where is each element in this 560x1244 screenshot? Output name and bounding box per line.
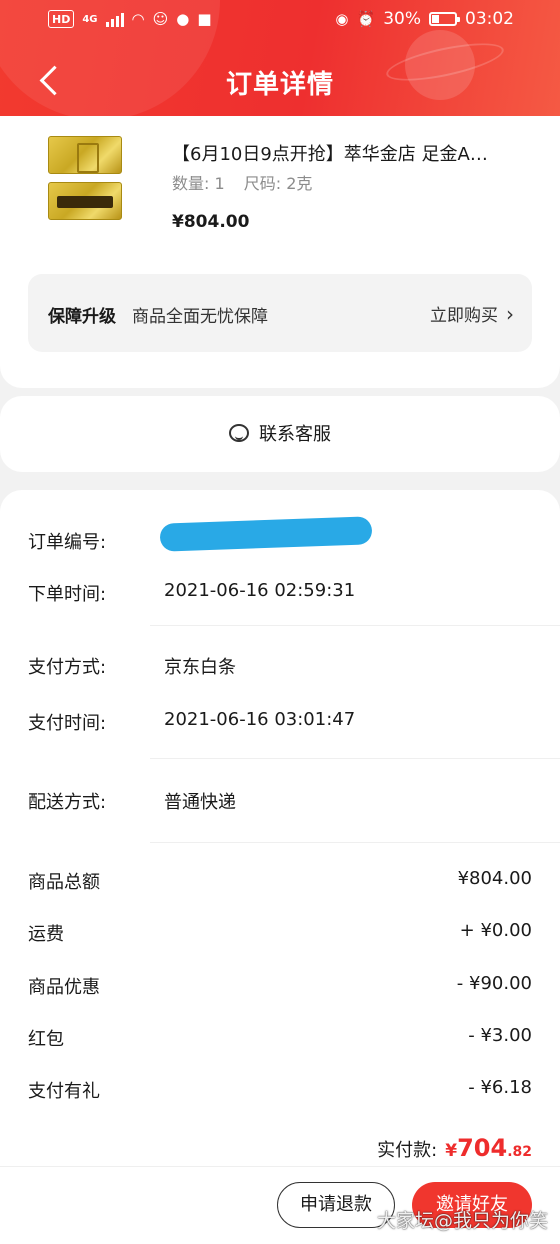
pay-method-row: 支付方式: 京东白条 (0, 645, 560, 685)
product-thumbnail[interactable] (48, 136, 124, 224)
divider (150, 625, 560, 626)
order-details-card: 订单编号: 下单时间: 2021-06-16 02:59:31 支付方式: 京东… (0, 490, 560, 1244)
status-bar: HD 4G ◠ ☺ ● ■ ◉ ⏰ 30% 03:02 (0, 0, 560, 40)
amount-row-pay-gift: 支付有礼 - ¥6.18 (0, 1069, 560, 1109)
customer-service-icon (229, 424, 249, 442)
amount-label: 运费 (28, 924, 64, 945)
buy-now-link[interactable]: 立即购买 (430, 301, 514, 326)
page-title: 订单详情 (225, 70, 334, 100)
clock: 03:02 (465, 9, 514, 29)
gold-bar-box-image (48, 182, 122, 220)
message-icon: ● (176, 10, 190, 28)
pay-method-label: 支付方式: (28, 657, 107, 678)
pay-time-row: 支付时间: 2021-06-16 03:01:47 (0, 701, 560, 741)
nav-bar: 订单详情 (0, 52, 560, 108)
delivery-value: 普通快递 (164, 792, 236, 813)
contact-service-label: 联系客服 (259, 424, 331, 445)
delivery-row: 配送方式: 普通快递 (0, 780, 560, 820)
divider (150, 842, 560, 843)
guarantee-banner[interactable]: 保障升级 商品全面无忧保障 立即购买 (28, 274, 532, 352)
amount-value: + ¥0.00 (459, 920, 532, 941)
amount-label: 支付有礼 (28, 1081, 100, 1102)
signal-icon (105, 11, 124, 27)
guarantee-description: 商品全面无忧保障 (132, 307, 268, 327)
product-size: 尺码: 2克 (243, 174, 313, 193)
paid-decimal: .82 (507, 1144, 532, 1160)
paid-integer: 704 (457, 1134, 508, 1162)
product-title[interactable]: 【6月10日9点开抢】萃华金店 足金A… (172, 140, 532, 166)
delivery-label: 配送方式: (28, 792, 107, 813)
pay-method-value: 京东白条 (164, 657, 236, 678)
divider (0, 1166, 560, 1167)
amount-label: 商品优惠 (28, 977, 100, 998)
paid-label: 实付款: (377, 1140, 438, 1161)
paid-total: 实付款: ¥704.82 (377, 1134, 532, 1162)
gold-bar-image (48, 136, 122, 174)
order-number-label: 订单编号: (28, 532, 107, 553)
battery-icon (429, 12, 460, 26)
amount-value: - ¥6.18 (468, 1077, 532, 1098)
amount-row-red-packet: 红包 - ¥3.00 (0, 1017, 560, 1057)
pay-time-label: 支付时间: (28, 713, 107, 734)
paid-currency: ¥ (445, 1141, 458, 1161)
amount-row-discount: 商品优惠 - ¥90.00 (0, 965, 560, 1005)
amount-value: ¥804.00 (457, 868, 532, 889)
amount-value: - ¥90.00 (456, 973, 532, 994)
amount-label: 商品总额 (28, 872, 100, 893)
product-card: 【6月10日9点开抢】萃华金店 足金A… 数量: 1 尺码: 2克 ¥804.0… (0, 116, 560, 388)
product-price: ¥804.00 (172, 212, 250, 232)
amount-row-total: 商品总额 ¥804.00 (0, 860, 560, 900)
rotation-lock-icon: ◉ (335, 10, 349, 28)
pay-time-value: 2021-06-16 03:01:47 (164, 709, 356, 730)
watermark: 大家坛@我只为你笑 (376, 1210, 548, 1232)
product-quantity: 数量: 1 (172, 174, 225, 193)
order-time-label: 下单时间: (28, 584, 107, 605)
alarm-icon: ⏰ (356, 10, 376, 28)
battery-percent: 30% (383, 9, 421, 29)
hd-badge: HD (48, 10, 75, 28)
order-time-row: 下单时间: 2021-06-16 02:59:31 (0, 572, 560, 612)
divider (150, 758, 560, 759)
contact-service-card[interactable]: 联系客服 (0, 396, 560, 472)
network-type: 4G (82, 13, 98, 25)
notification-icon: ☺ (152, 10, 169, 28)
header: HD 4G ◠ ☺ ● ■ ◉ ⏰ 30% 03:02 订单详情 (0, 0, 560, 128)
amount-label: 红包 (28, 1029, 64, 1050)
wifi-icon: ◠ (131, 10, 145, 28)
amount-value: - ¥3.00 (468, 1025, 532, 1046)
amount-row-shipping: 运费 + ¥0.00 (0, 912, 560, 952)
product-meta: 数量: 1 尺码: 2克 (172, 170, 312, 194)
guarantee-label: 保障升级 (48, 307, 116, 327)
order-time-value: 2021-06-16 02:59:31 (164, 580, 356, 601)
app-icon: ■ (197, 10, 212, 28)
